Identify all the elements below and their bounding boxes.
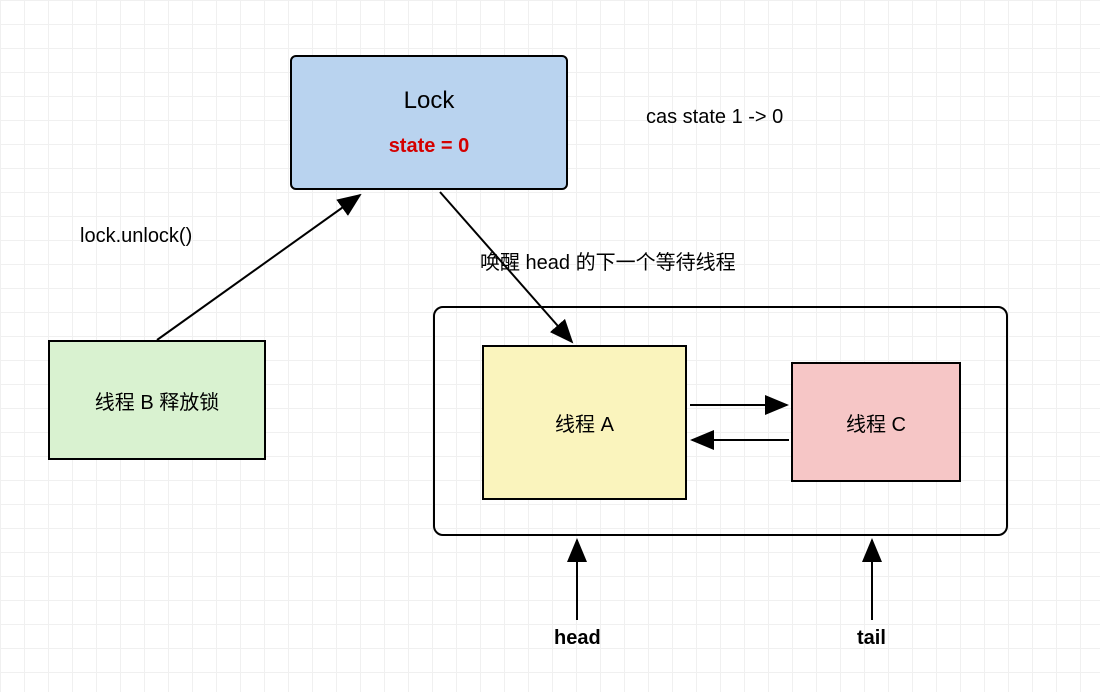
tail-label: tail <box>857 627 886 650</box>
thread-a-label: 线程 A <box>555 408 614 437</box>
lock-state: state = 0 <box>389 135 470 158</box>
thread-a-box: 线程 A <box>482 345 687 500</box>
thread-c-label: 线程 C <box>846 408 906 437</box>
thread-b-label: 线程 B 释放锁 <box>95 386 219 415</box>
wakeup-label: 唤醒 head 的下一个等待线程 <box>480 246 736 275</box>
lock-box: Lock state = 0 <box>290 55 568 190</box>
cas-label: cas state 1 -> 0 <box>646 106 783 129</box>
lock-title: Lock <box>404 87 455 115</box>
head-label: head <box>554 627 601 650</box>
thread-c-box: 线程 C <box>791 362 961 482</box>
unlock-label: lock.unlock() <box>80 225 192 248</box>
thread-b-box: 线程 B 释放锁 <box>48 340 266 460</box>
